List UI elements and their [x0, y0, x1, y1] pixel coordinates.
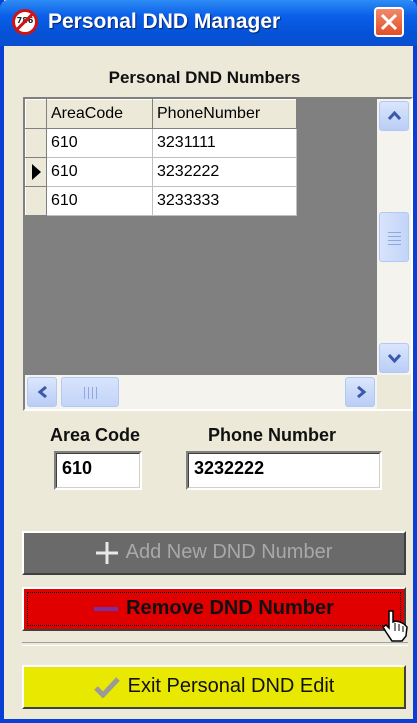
column-header-phonenumber[interactable]: PhoneNumber	[152, 99, 297, 129]
close-button[interactable]	[374, 7, 404, 37]
vertical-scroll-thumb[interactable]	[379, 212, 409, 262]
hand-cursor-icon	[381, 610, 408, 642]
chevron-down-icon	[388, 353, 401, 363]
horizontal-scroll-thumb[interactable]	[61, 377, 119, 407]
divider	[22, 642, 408, 646]
table-row[interactable]: 610 3233333	[25, 186, 297, 216]
scroll-down-button[interactable]	[379, 343, 409, 373]
area-code-label: Area Code	[50, 425, 141, 445]
vertical-scrollbar[interactable]	[377, 99, 411, 375]
close-icon	[380, 13, 398, 31]
dnd-data-grid[interactable]: AreaCode PhoneNumber 610 3231111 610 323…	[23, 97, 413, 411]
chevron-up-icon	[388, 111, 401, 121]
section-title: Personal DND Numbers	[108, 68, 301, 87]
window-title: Personal DND Manager	[48, 10, 281, 33]
scroll-left-button[interactable]	[27, 377, 57, 407]
scrollbar-corner	[377, 375, 411, 409]
title-bar[interactable]: 786 Personal DND Manager	[0, 0, 417, 46]
grid-area: AreaCode PhoneNumber 610 3231111 610 323…	[25, 99, 377, 375]
cell-phonenumber[interactable]: 3232222	[152, 157, 297, 187]
minus-icon	[94, 606, 119, 611]
cell-phonenumber[interactable]: 3233333	[152, 186, 297, 216]
plus-icon	[95, 541, 118, 564]
cell-areacode[interactable]: 610	[46, 128, 153, 158]
cell-phonenumber[interactable]: 3231111	[152, 128, 297, 158]
cell-areacode[interactable]: 610	[46, 157, 153, 187]
phone-number-label: Phone Number	[208, 425, 337, 445]
row-selector[interactable]	[25, 128, 47, 158]
checkmark-icon	[93, 677, 120, 698]
chevron-left-icon	[37, 386, 47, 398]
dnd-table: AreaCode PhoneNumber 610 3231111 610 323…	[25, 99, 297, 216]
remove-button-label: Remove DND Number	[126, 597, 334, 619]
row-selector[interactable]	[25, 186, 47, 216]
add-dnd-number-button[interactable]: Add New DND Number	[22, 531, 406, 575]
row-selector[interactable]	[25, 157, 47, 187]
exit-button-label: Exit Personal DND Edit	[127, 675, 335, 697]
add-button-label: Add New DND Number	[125, 541, 333, 563]
table-row[interactable]: 610 3231111	[25, 128, 297, 158]
remove-dnd-number-button[interactable]: Remove DND Number	[22, 587, 406, 631]
current-row-arrow-icon	[32, 164, 41, 180]
cell-areacode[interactable]: 610	[46, 186, 153, 216]
phone-number-field[interactable]: 3232222	[186, 451, 382, 490]
scroll-right-button[interactable]	[345, 377, 375, 407]
chevron-right-icon	[357, 386, 367, 398]
column-header-areacode[interactable]: AreaCode	[46, 99, 153, 129]
exit-dnd-edit-button[interactable]: Exit Personal DND Edit	[22, 665, 406, 709]
scroll-up-button[interactable]	[379, 101, 409, 131]
table-header-row: AreaCode PhoneNumber	[25, 99, 297, 129]
header-corner	[25, 99, 47, 129]
no-dnd-icon: 786	[12, 9, 38, 35]
table-row[interactable]: 610 3232222	[25, 157, 297, 187]
area-code-field[interactable]: 610	[54, 451, 142, 490]
horizontal-scrollbar[interactable]	[25, 375, 377, 409]
